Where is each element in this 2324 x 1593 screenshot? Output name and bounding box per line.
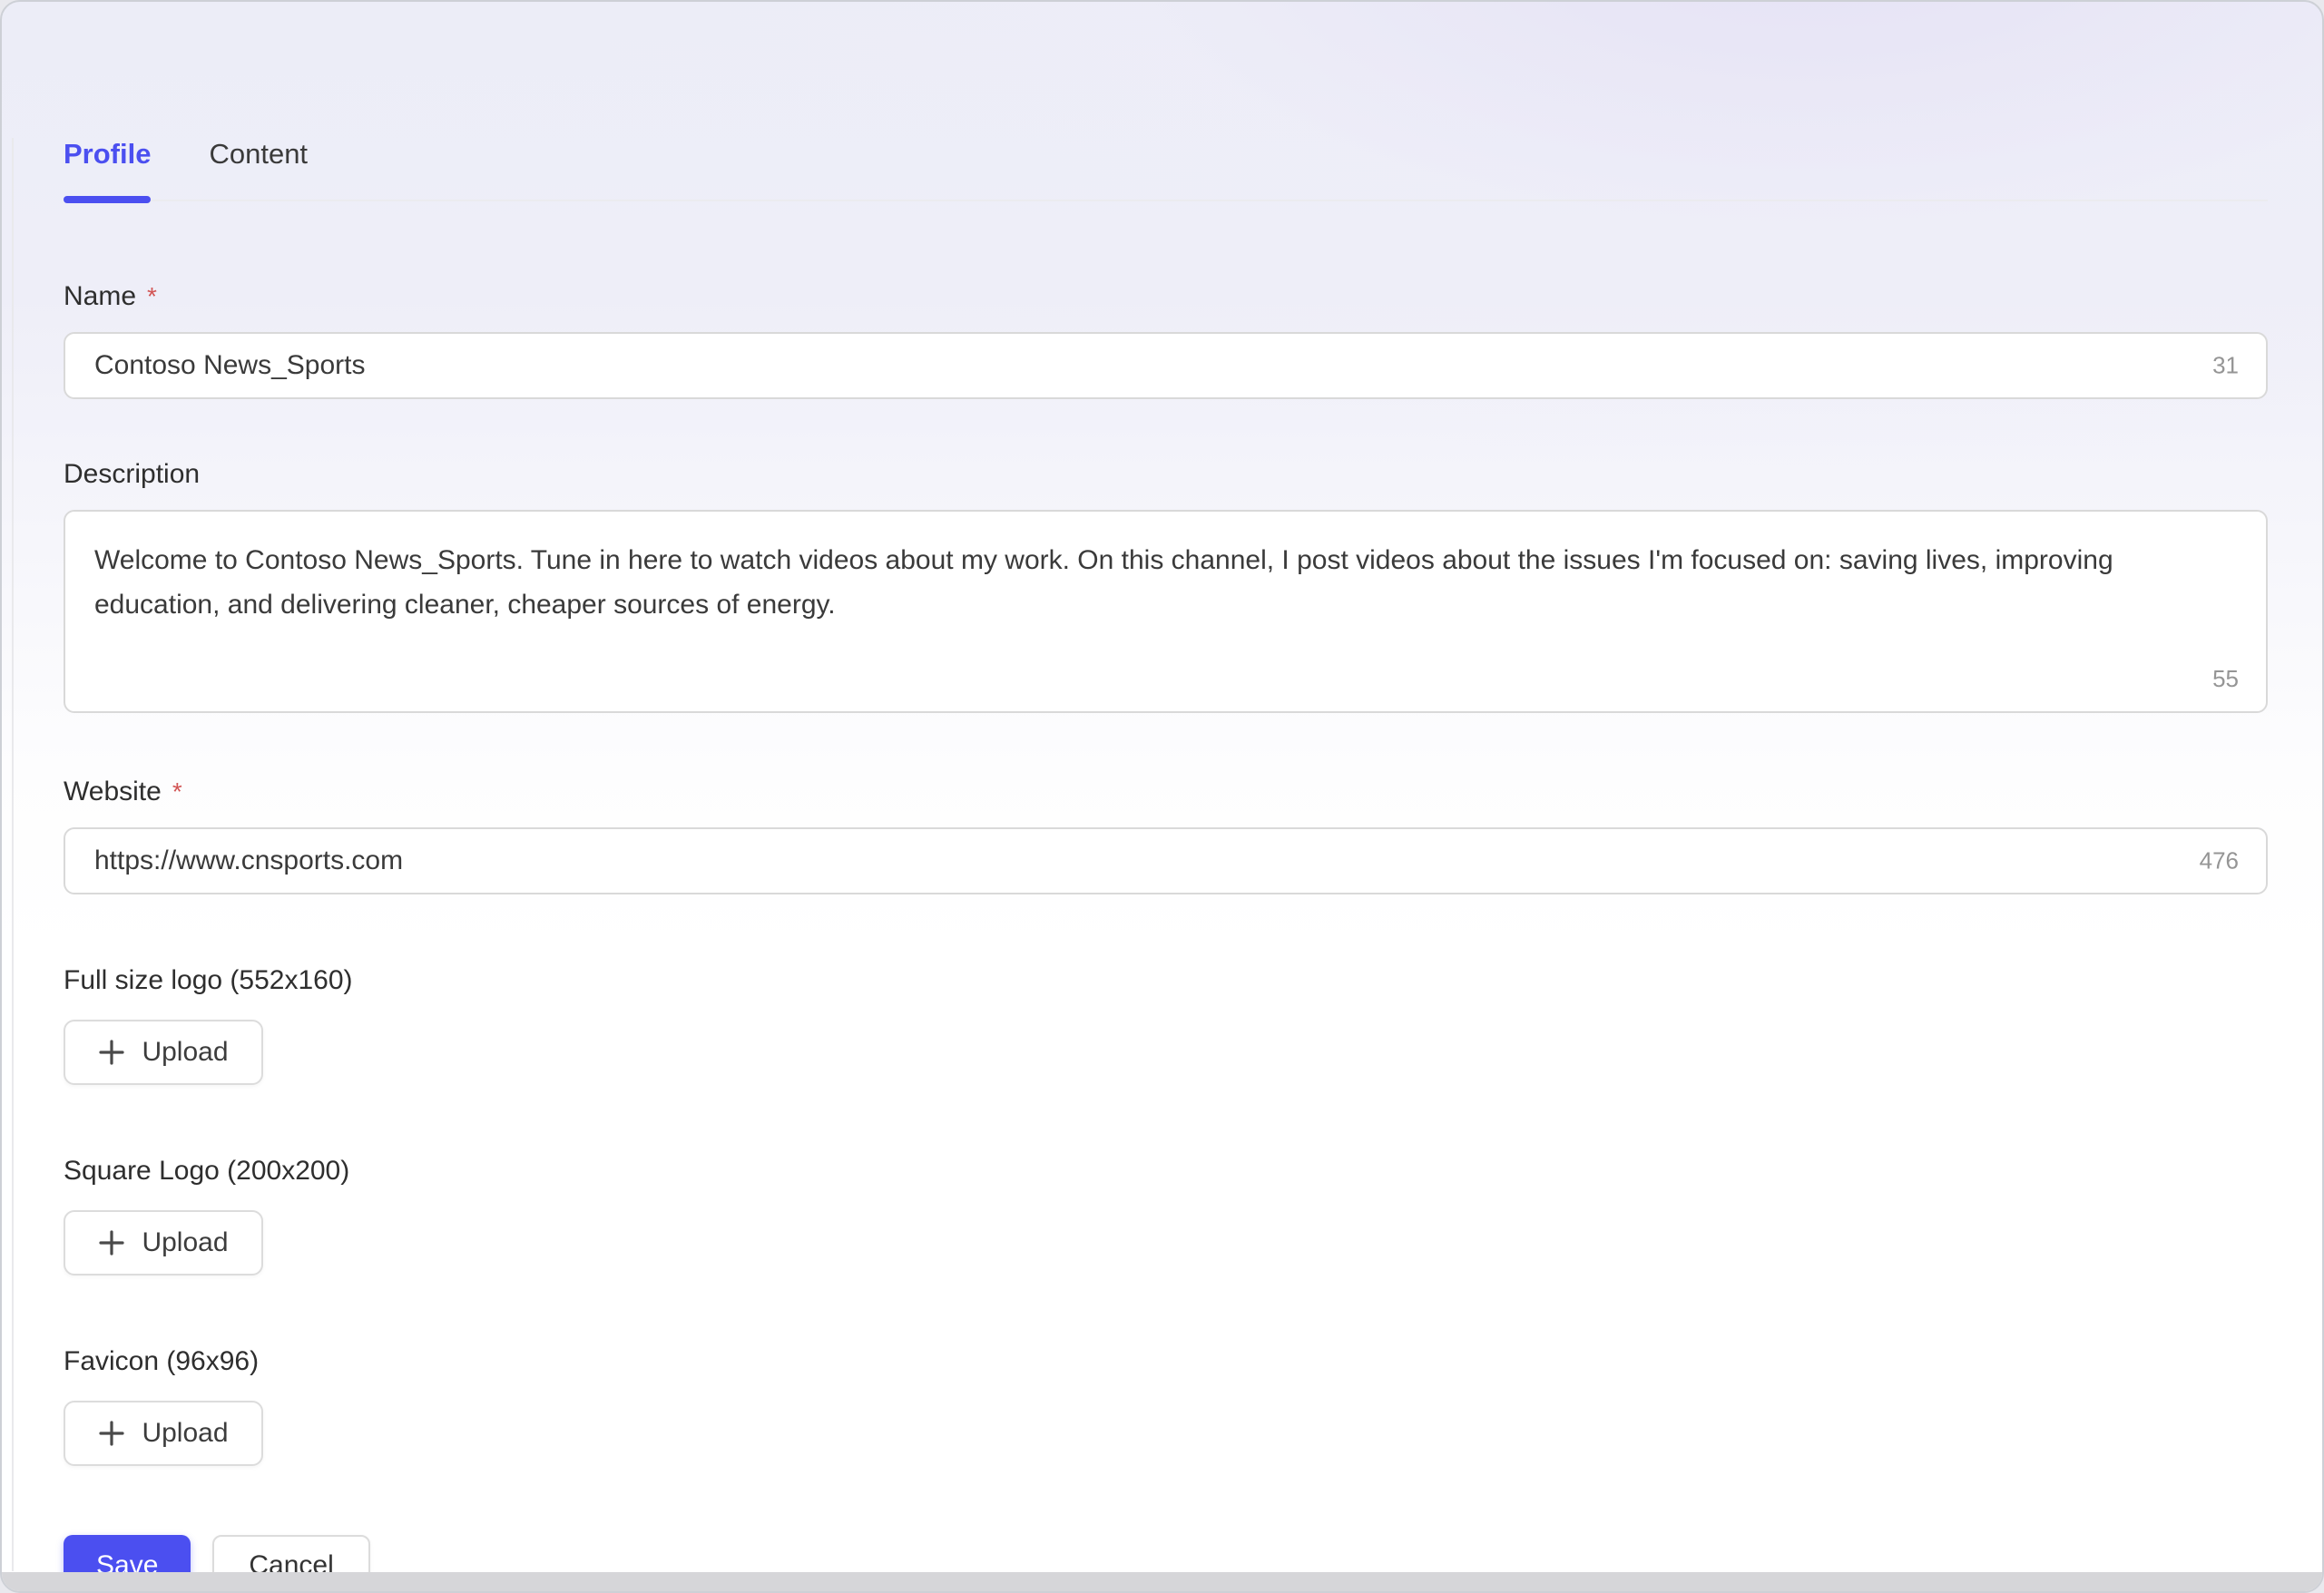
square-logo-upload-button[interactable]: Upload	[64, 1210, 263, 1275]
website-field-wrap: 476	[64, 827, 2268, 894]
name-label-text: Name	[64, 281, 136, 312]
plus-icon	[98, 1420, 125, 1447]
required-asterisk: *	[147, 282, 157, 311]
name-field-wrap: 31	[64, 332, 2268, 399]
tab-content[interactable]: Content	[209, 138, 308, 200]
tab-content-label: Content	[209, 138, 308, 170]
horizontal-scrollbar[interactable]	[2, 1572, 2322, 1591]
square-logo-label: Square Logo (200x200)	[64, 1156, 2268, 1187]
website-label: Website *	[64, 777, 2268, 807]
favicon-upload-button[interactable]: Upload	[64, 1401, 263, 1466]
website-input[interactable]	[64, 827, 2268, 894]
full-size-logo-label: Full size logo (552x160)	[64, 965, 2268, 996]
upload-button-label: Upload	[142, 1418, 228, 1449]
description-field-wrap: Welcome to Contoso News_Sports. Tune in …	[64, 510, 2268, 713]
description-label-text: Description	[64, 459, 200, 490]
name-input[interactable]	[64, 332, 2268, 399]
active-tab-indicator	[64, 196, 151, 203]
plus-icon	[98, 1039, 125, 1066]
channel-profile-window: Profile Content Name * 31 Description We…	[0, 0, 2324, 1593]
upload-button-label: Upload	[142, 1227, 228, 1258]
tab-bar: Profile Content	[64, 138, 2268, 201]
description-textarea[interactable]: Welcome to Contoso News_Sports. Tune in …	[64, 510, 2268, 713]
upload-button-label: Upload	[142, 1037, 228, 1068]
tab-profile[interactable]: Profile	[64, 138, 151, 200]
full-size-logo-upload-button[interactable]: Upload	[64, 1020, 263, 1085]
required-asterisk: *	[172, 777, 182, 806]
description-label: Description	[64, 459, 2268, 490]
profile-form: Profile Content Name * 31 Description We…	[2, 2, 2322, 1591]
name-label: Name *	[64, 281, 2268, 312]
favicon-label: Favicon (96x96)	[64, 1346, 2268, 1377]
plus-icon	[98, 1229, 125, 1256]
website-label-text: Website	[64, 777, 162, 807]
tab-profile-label: Profile	[64, 138, 151, 170]
